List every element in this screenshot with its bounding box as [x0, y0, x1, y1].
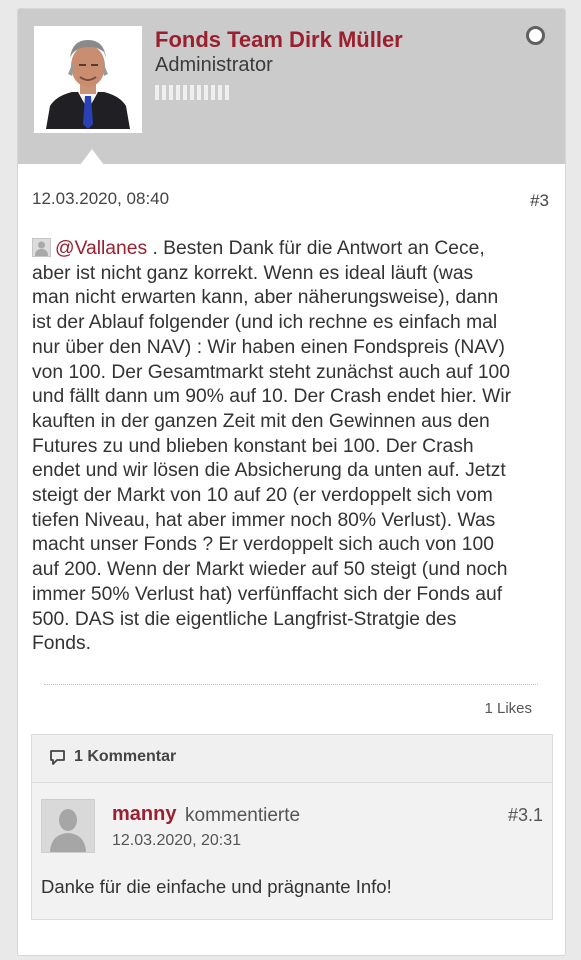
post-date: 12.03.2020, 08:40: [32, 189, 170, 208]
comment-section: 1 Kommentar manny kommentierte 12.03.202…: [31, 734, 553, 920]
header-pointer: [80, 149, 104, 165]
author-header: Fonds Team Dirk Müller Administrator: [18, 9, 565, 165]
post-line: kauften in der ganzen Zeit mit den Gewin…: [32, 410, 490, 432]
post-line: nur über den NAV) : Wir haben einen Fond…: [32, 336, 505, 358]
comment-date: 12.03.2020, 20:31: [112, 832, 242, 849]
comment-count: 1 Kommentar: [74, 748, 177, 765]
post-line: Fonds.: [32, 633, 91, 655]
author-role: Administrator: [155, 54, 273, 76]
post-line: endet und wir lösen die Absicherung da u…: [32, 460, 506, 482]
post-line: 500. DAS ist die eigentliche Langfrist-S…: [32, 608, 457, 630]
post-line: ist der Ablauf folgender (und ich rechne…: [32, 312, 498, 334]
mention-avatar-icon: [32, 238, 51, 257]
post-line: man nicht erwarten kann, aber näherungsw…: [32, 287, 499, 309]
post-number-link[interactable]: #3: [530, 191, 549, 211]
likes-count[interactable]: 1 Likes: [484, 700, 532, 717]
author-name[interactable]: Fonds Team Dirk Müller: [155, 27, 403, 53]
comment-action: kommentierte: [185, 805, 301, 826]
post-line: tiefen Niveau, hat aber immer noch 80% V…: [32, 509, 496, 531]
post-body: @Vallanes . Besten Dank für die Antwort …: [32, 237, 552, 657]
post-line: Futures zu und blieben konstant bei 100.…: [32, 435, 474, 457]
default-user-icon: [42, 800, 94, 852]
post-line: aber ist nicht ganz korrekt. Wenn es ide…: [32, 262, 474, 284]
post-line: steigt der Markt von 10 auf 20 (er verdo…: [32, 485, 493, 507]
commenter-avatar[interactable]: [41, 799, 95, 853]
post-divider: [44, 684, 538, 685]
post-line: auf 200. Wenn der Markt wieder auf 50 st…: [32, 559, 508, 581]
post-line: und fällt dann um 90% auf 10. Der Crash …: [32, 386, 512, 408]
post-text-segment: . Besten Dank für die Antwort an Cece,: [147, 238, 485, 259]
comment-bubble-icon: [50, 750, 65, 765]
online-status-icon: [526, 26, 545, 45]
mention-link[interactable]: @Vallanes: [55, 238, 147, 259]
comment-header[interactable]: 1 Kommentar: [32, 735, 552, 783]
post-line-1: @Vallanes . Besten Dank für die Antwort …: [32, 237, 552, 262]
comment-text: Danke für die einfache und prägnante Inf…: [41, 876, 392, 897]
post-line: von 100. Der Gesamtmarkt steht zunächst …: [32, 361, 511, 383]
user-photo-icon: [38, 30, 138, 129]
post-card: Fonds Team Dirk Müller Administrator 12.…: [17, 8, 566, 956]
post-line: macht unser Fonds ? Er verdoppelt sich a…: [32, 534, 494, 556]
commenter-name[interactable]: manny: [112, 803, 176, 826]
rank-bar: [155, 85, 229, 100]
author-avatar[interactable]: [34, 26, 142, 133]
comment-number-link[interactable]: #3.1: [508, 805, 543, 826]
post-line: immer 50% Verlust hat) verfünffacht sich…: [32, 583, 503, 605]
